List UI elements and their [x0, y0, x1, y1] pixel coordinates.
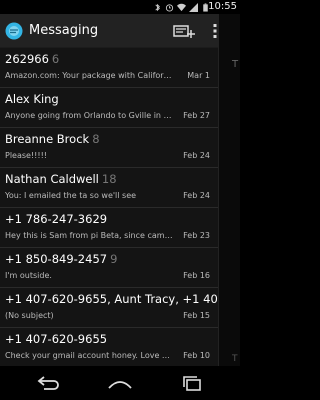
app-title: Messaging	[29, 23, 99, 38]
peek-text-bottom: T	[232, 354, 238, 364]
recent-apps-icon[interactable]	[178, 374, 206, 392]
message-date: Feb 24	[183, 151, 210, 160]
message-date: Feb 23	[183, 231, 210, 240]
message-snippet: Anyone going from Orlando to Gville in t…	[5, 111, 173, 120]
navigation-bar	[0, 366, 240, 400]
message-snippet: Check your gmail account honey. Love yo.…	[5, 351, 173, 360]
contact-name: Nathan Caldwell 18	[5, 172, 117, 186]
message-snippet: I'm outside.	[5, 271, 52, 280]
message-date: Feb 16	[183, 271, 210, 280]
peek-text-top: T	[232, 59, 239, 70]
conversation-row[interactable]: 262966 6 Amazon.com: Your package with Ca…	[0, 48, 218, 88]
message-date: Feb 27	[183, 111, 210, 120]
adjacent-pane-peek[interactable]: T T	[218, 14, 240, 366]
contact-name: Breanne Brock 8	[5, 132, 100, 146]
messaging-app-icon[interactable]	[5, 22, 23, 40]
status-bar: 10:55	[0, 0, 240, 14]
conversation-row[interactable]: +1 407-620-9655, Aunt Tracy, +1 407-... …	[0, 288, 218, 328]
conversation-row[interactable]: Alex King Anyone going from Orlando to G…	[0, 88, 218, 128]
message-date: Feb 10	[183, 351, 210, 360]
message-date: Feb 24	[183, 191, 210, 200]
message-count: 6	[51, 52, 60, 66]
contact-name: +1 850-849-2457 9	[5, 252, 118, 266]
conversation-row[interactable]: +1 407-620-9655 Check your gmail account…	[0, 328, 218, 366]
bluetooth-icon	[155, 3, 160, 11]
back-icon[interactable]	[34, 374, 62, 392]
home-icon[interactable]	[106, 374, 134, 392]
conversation-row[interactable]: +1 786-247-3629 Hey this is Sam from pi …	[0, 208, 218, 248]
message-snippet: You: I emailed the ta so we'll see	[5, 191, 137, 200]
conversation-row[interactable]: Breanne Brock 8 Please!!!!! Feb 24	[0, 128, 218, 168]
conversation-row[interactable]: Nathan Caldwell 18 You: I emailed the ta …	[0, 168, 218, 208]
contact-name: +1 407-620-9655, Aunt Tracy, +1 407-...	[5, 292, 218, 306]
message-date: Feb 15	[183, 311, 210, 320]
contact-name: +1 786-247-3629	[5, 212, 108, 226]
new-message-icon[interactable]	[172, 22, 196, 40]
status-time: 10:55	[208, 1, 237, 12]
alarm-icon	[165, 3, 174, 12]
message-snippet: Please!!!!!	[5, 151, 47, 160]
contact-name: Alex King	[5, 92, 59, 106]
conversation-row[interactable]: +1 850-849-2457 9 I'm outside. Feb 16	[0, 248, 218, 288]
message-snippet: Hey this is Sam from pi Beta, since camp…	[5, 231, 173, 240]
contact-name: +1 407-620-9655	[5, 332, 108, 346]
contact-name: 262966 6	[5, 52, 60, 66]
message-snippet: Amazon.com: Your package with California…	[5, 71, 173, 80]
message-date: Mar 1	[187, 71, 210, 80]
action-bar: Messaging	[0, 14, 218, 48]
wifi-icon	[177, 3, 186, 11]
conversation-list: 262966 6 Amazon.com: Your package with Ca…	[0, 48, 218, 366]
message-count: 18	[101, 172, 117, 186]
message-snippet: (No subject)	[5, 311, 54, 320]
message-count: 8	[92, 132, 100, 146]
signal-icon	[189, 2, 198, 12]
status-icons	[153, 1, 210, 13]
message-count: 9	[110, 252, 118, 266]
